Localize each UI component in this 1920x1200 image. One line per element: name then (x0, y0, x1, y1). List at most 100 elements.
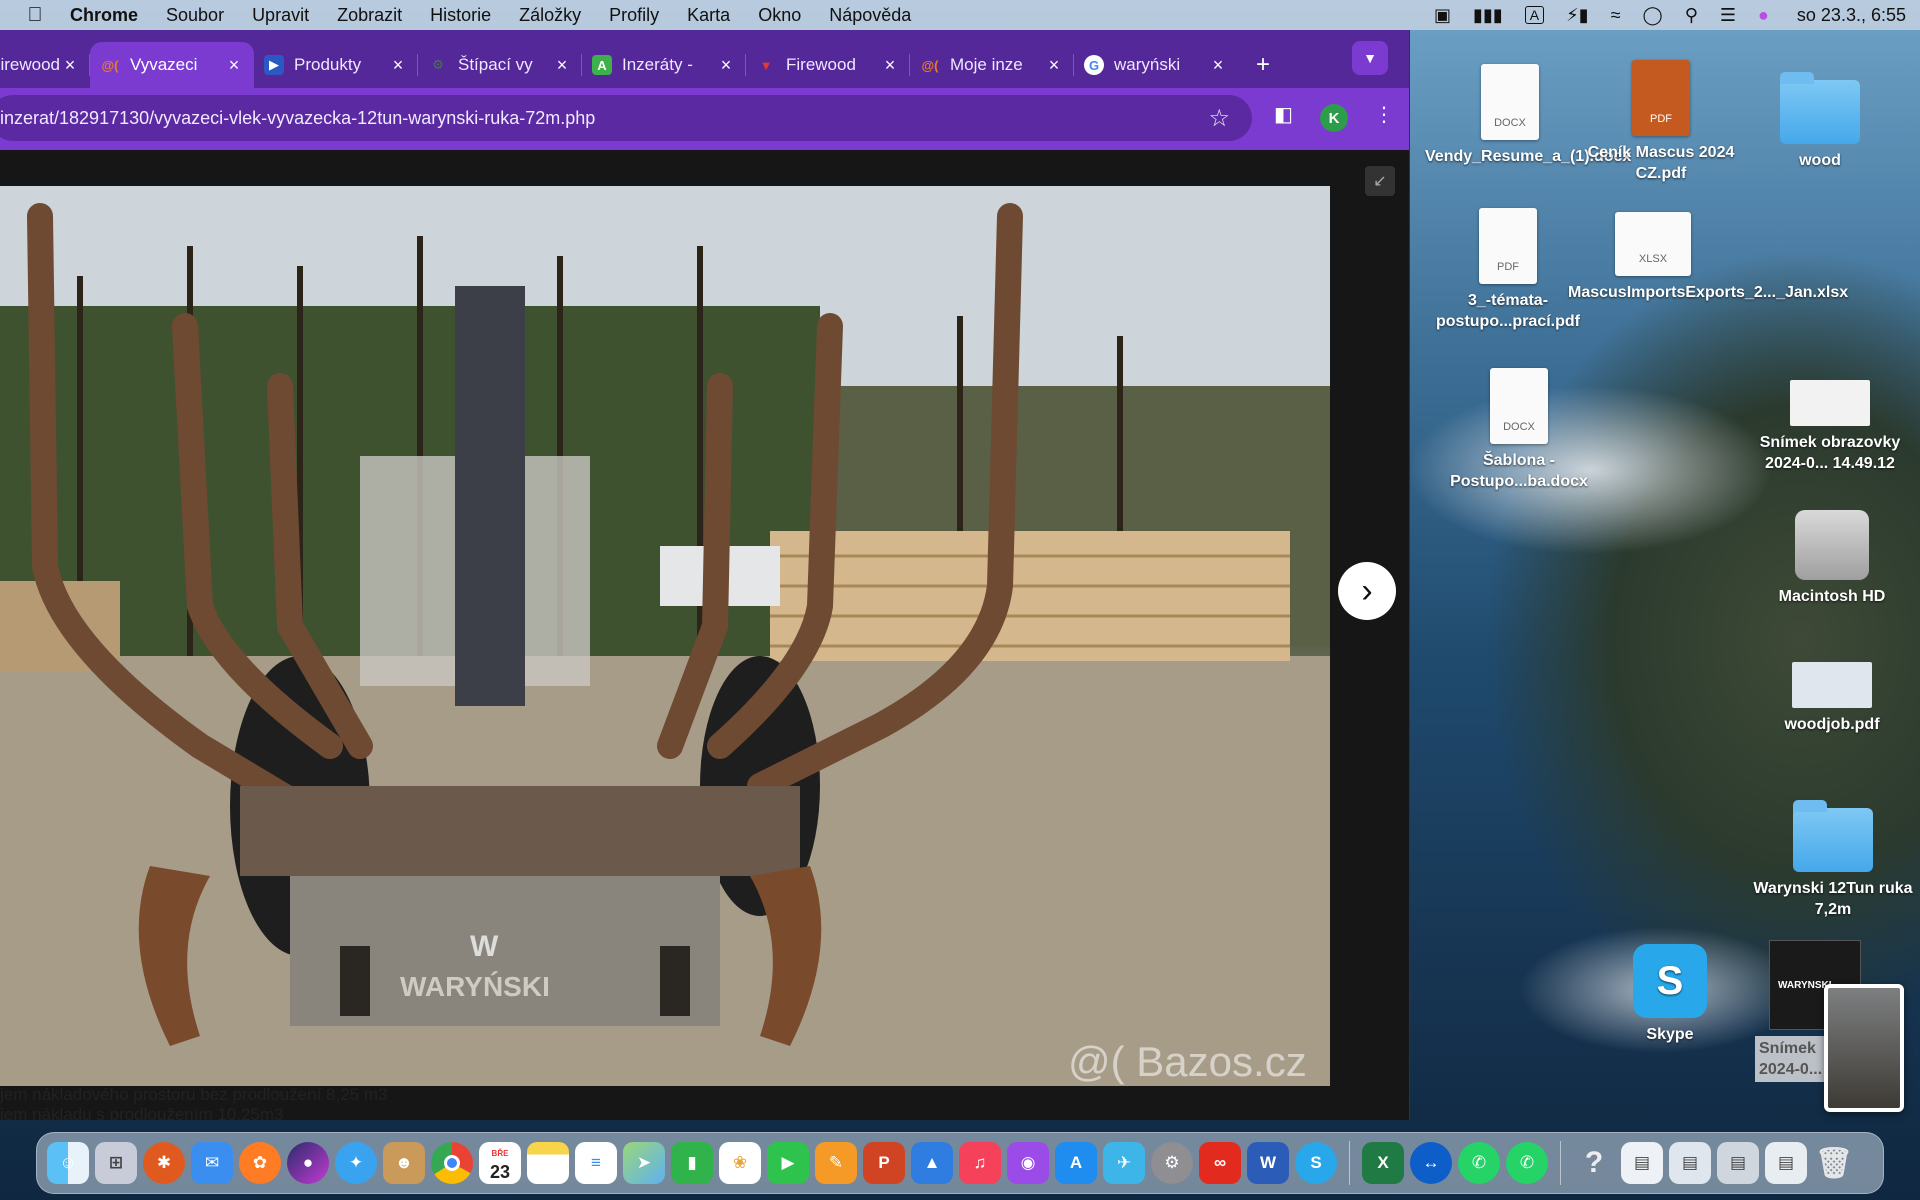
dock-whatsapp-2-icon[interactable]: ✆ (1506, 1142, 1548, 1184)
tab-produkty[interactable]: ▶ Produkty × (254, 42, 418, 88)
tab-google-warynski[interactable]: G waryński × (1074, 42, 1238, 88)
desktop-file-label: Skype (1646, 1026, 1694, 1043)
dock-excel-icon[interactable]: X (1362, 1142, 1404, 1184)
close-tab-icon[interactable]: × (224, 55, 244, 76)
tab-firewood-2[interactable]: ▼ Firewood × (746, 42, 910, 88)
dock-firefox-icon[interactable]: ✿ (239, 1142, 281, 1184)
input-source-icon[interactable]: A (1524, 6, 1545, 24)
tab-inzeraty[interactable]: A Inzeráty - × (582, 42, 746, 88)
tab-moje-inzeraty[interactable]: @( Moje inze × (910, 42, 1074, 88)
dock-skype-icon[interactable]: S (1295, 1142, 1337, 1184)
menu-clock[interactable]: so 23.3., 6:55 (1797, 5, 1906, 26)
close-tab-icon[interactable]: × (388, 55, 408, 76)
apple-menu-icon[interactable]:  (0, 4, 70, 27)
user-icon[interactable]: ◯ (1643, 5, 1663, 26)
listing-photo[interactable]: W WARYŃSKI @( Bazos.cz (0, 186, 1330, 1086)
dock-stack-1-icon[interactable]: ▤ (1669, 1142, 1711, 1184)
dock-pages-icon[interactable]: ✎ (815, 1142, 857, 1184)
close-tab-icon[interactable]: × (552, 55, 572, 76)
dock-separator (1349, 1141, 1350, 1185)
dock-whatsapp-icon[interactable]: ✆ (1458, 1142, 1500, 1184)
dock-siri-icon[interactable]: ● (287, 1142, 329, 1184)
close-tab-icon[interactable]: × (60, 55, 80, 76)
profile-avatar[interactable]: K (1320, 104, 1348, 132)
tab-firewood[interactable]: Firewood × (0, 42, 90, 88)
next-photo-button[interactable]: › (1338, 562, 1396, 620)
spotlight-search-icon[interactable]: ⚲ (1685, 5, 1698, 26)
desktop-file-resume[interactable]: DOCX Vendy_Resume_a_(1).docx (1425, 64, 1631, 167)
desktop-file-mascus-xlsx[interactable]: XLSX MascusImportsExports_2..._Jan.xlsx (1568, 212, 1848, 303)
desktop-macintosh-hd[interactable]: Macintosh HD (1747, 510, 1917, 607)
close-tab-icon[interactable]: × (1044, 55, 1064, 76)
dock-system-settings-icon[interactable]: ⚙ (1151, 1142, 1193, 1184)
side-panel-icon[interactable]: ◧ (1274, 102, 1293, 127)
dock-word-icon[interactable]: W (1247, 1142, 1289, 1184)
dock-powerpoint-icon[interactable]: P (863, 1142, 905, 1184)
dock-testflight-icon[interactable]: ✈ (1103, 1142, 1145, 1184)
tab-stipaci[interactable]: ⚙ Štípací vy × (418, 42, 582, 88)
dock-facetime-icon[interactable]: ▶ (767, 1142, 809, 1184)
menu-profily[interactable]: Profily (609, 5, 659, 26)
exit-fullscreen-icon[interactable]: ↙ (1365, 166, 1395, 196)
dock-launchpad-icon[interactable]: ⊞ (95, 1142, 137, 1184)
menu-zobrazit[interactable]: Zobrazit (337, 5, 402, 26)
dock-teamviewer-icon[interactable]: ↔ (1410, 1142, 1452, 1184)
dock-safari-icon[interactable]: ✦ (335, 1142, 377, 1184)
menu-zalozky[interactable]: Záložky (519, 5, 581, 26)
more-menu-icon[interactable]: ⋮ (1374, 102, 1394, 127)
dock-mail-icon[interactable]: ✉ (191, 1142, 233, 1184)
dock-trash-icon[interactable]: 🗑 (1813, 1142, 1855, 1184)
desktop-file-label: wood (1799, 152, 1841, 169)
desktop-file-cenik[interactable]: PDF Ceník Mascus 2024 CZ.pdf (1576, 60, 1746, 184)
menu-okno[interactable]: Okno (758, 5, 801, 26)
desktop-screenshot-1[interactable]: Snímek obrazovky 2024-0... 14.49.12 (1745, 380, 1915, 474)
close-tab-icon[interactable]: × (716, 55, 736, 76)
desktop-file-sablona[interactable]: DOCX Šablona - Postupo...ba.docx (1434, 368, 1604, 492)
dock-reminders-icon[interactable]: ≡ (575, 1142, 617, 1184)
close-tab-icon[interactable]: × (880, 55, 900, 76)
dock-maps-icon[interactable]: ➤ (623, 1142, 665, 1184)
dock-app-store-icon[interactable]: A (1055, 1142, 1097, 1184)
dock-help-icon[interactable]: ? (1573, 1142, 1615, 1184)
desktop-app-skype[interactable]: S Skype (1585, 944, 1755, 1045)
dock-calendar-icon[interactable]: BŘE 23 (479, 1142, 521, 1184)
menu-napoveda[interactable]: Nápověda (829, 5, 911, 26)
desktop-file-woodjob[interactable]: woodjob.pdf (1747, 662, 1917, 735)
control-center-icon[interactable]: ☰ (1720, 5, 1736, 26)
dock-contacts-icon[interactable]: ☻ (383, 1142, 425, 1184)
address-bar[interactable]: inzerat/182917130/vyvazeci-vlek-vyvazeck… (0, 95, 1252, 141)
new-tab-button[interactable]: + (1238, 42, 1288, 88)
dock-music-icon[interactable]: ♫ (959, 1142, 1001, 1184)
dock-podcasts-icon[interactable]: ◉ (1007, 1142, 1049, 1184)
close-tab-icon[interactable]: × (1208, 55, 1228, 76)
dock-finder-icon[interactable]: ☺ (47, 1142, 89, 1184)
dock-chrome-icon[interactable] (431, 1142, 473, 1184)
tab-vyvazeci[interactable]: @( Vyvazeci × (90, 42, 254, 88)
menu-app-name[interactable]: Chrome (70, 5, 138, 26)
dock-stack-2-icon[interactable]: ▤ (1765, 1142, 1807, 1184)
desktop-folder-warynski[interactable]: Warynski 12Tun ruka 7,2m (1748, 800, 1918, 920)
screenshot-preview-floating[interactable] (1824, 984, 1904, 1112)
dock-notes-icon[interactable] (527, 1142, 569, 1184)
wifi-icon[interactable]: ≈ (1611, 5, 1621, 26)
siri-icon[interactable]: ● (1758, 5, 1769, 26)
menu-historie[interactable]: Historie (430, 5, 491, 26)
dock-documents-icon[interactable]: ▤ (1621, 1142, 1663, 1184)
dock-photos-icon[interactable]: ❀ (719, 1142, 761, 1184)
menu-karta[interactable]: Karta (687, 5, 730, 26)
screen-share-icon[interactable]: ▣ (1434, 5, 1451, 26)
dock-keynote-icon[interactable]: ▲ (911, 1142, 953, 1184)
dock-acrobat-icon[interactable]: ∞ (1199, 1142, 1241, 1184)
file-type-tag: XLSX (1638, 253, 1668, 265)
battery-icon[interactable]: ⚡▮ (1566, 5, 1589, 26)
memory-icon[interactable]: ▮▮▮ (1473, 5, 1503, 26)
bookmark-star-icon[interactable]: ☆ (1208, 104, 1230, 133)
tab-search-icon[interactable]: ▼ (1352, 41, 1388, 75)
menu-soubor[interactable]: Soubor (166, 5, 224, 26)
dock-numbers-icon[interactable]: ▮ (671, 1142, 713, 1184)
address-bar-url[interactable]: inzerat/182917130/vyvazeci-vlek-vyvazeck… (0, 108, 595, 129)
desktop-folder-wood[interactable]: wood (1735, 72, 1905, 171)
menu-upravit[interactable]: Upravit (252, 5, 309, 26)
dock-app-1-icon[interactable]: ✱ (143, 1142, 185, 1184)
dock-downloads-icon[interactable]: ▤ (1717, 1142, 1759, 1184)
